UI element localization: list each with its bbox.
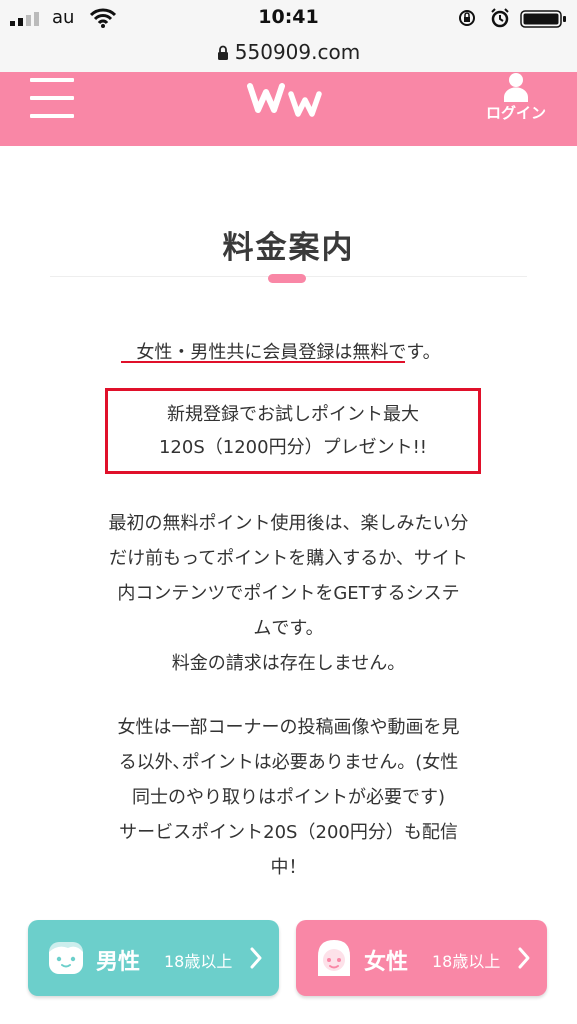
text-line: 最初の無料ポイント使用後は、楽しみたい分	[108, 513, 469, 534]
female-label: 女性	[364, 950, 409, 975]
status-bar: au 10:41	[0, 0, 577, 38]
male-age-note: 18歳以上	[164, 952, 233, 971]
male-face-icon	[49, 942, 83, 974]
female-face-icon	[318, 940, 350, 976]
text-line: る以外､ポイントは必要ありません。(女性	[118, 752, 459, 773]
text-line: 女性は一部コーナーの投稿画像や動画を見	[117, 717, 460, 738]
promo-line: 新規登録でお試しポイント最大	[167, 404, 419, 425]
page-title: 料金案内	[222, 230, 355, 266]
menu-icon[interactable]	[30, 78, 74, 118]
text-line: だけ前もってポイントを購入するか、サイト	[109, 548, 468, 569]
text-line: 同士のやり取りはポイントが必要です)	[131, 787, 446, 808]
chevron-right-icon	[250, 947, 262, 969]
site-header: ログイン	[0, 72, 577, 146]
title-accent	[268, 274, 306, 283]
male-label: 男性	[96, 950, 141, 975]
url-text: 550909.com	[234, 40, 361, 64]
text-line: サービスポイント20S（200円分）も配信	[119, 822, 458, 843]
lock-icon	[217, 45, 228, 60]
pricing-description: 最初の無料ポイント使用後は、楽しみたい分 だけ前もってポイントを購入するか、サイ…	[80, 506, 497, 681]
battery-icon	[520, 10, 566, 28]
promo-box: 新規登録でお試しポイント最大 120S（1200円分）プレゼント!!	[105, 388, 481, 474]
text-line: ムです。	[253, 618, 324, 639]
text-line: 料金の請求は存在しません。	[171, 653, 406, 674]
alarm-icon	[491, 8, 509, 28]
chevron-right-icon	[518, 947, 530, 969]
promo-line: 120S（1200円分）プレゼント!!	[158, 437, 428, 458]
site-logo[interactable]	[247, 76, 331, 120]
user-icon	[504, 73, 528, 102]
text-line: 内コンテンツでポイントをGETするシステ	[117, 583, 460, 604]
login-button[interactable]: ログイン	[481, 72, 551, 132]
intro-underline	[121, 361, 405, 363]
female-register-button[interactable]: 女性 18歳以上	[296, 920, 547, 996]
address-bar[interactable]: 550909.com	[0, 38, 577, 72]
rotation-lock-icon	[459, 10, 475, 26]
login-label: ログイン	[485, 104, 546, 122]
text-line: 中！	[270, 857, 307, 878]
male-register-button[interactable]: 男性 18歳以上	[28, 920, 279, 996]
female-age-note: 18歳以上	[432, 952, 501, 971]
female-description: 女性は一部コーナーの投稿画像や動画を見 る以外､ポイントは必要ありません。(女性…	[80, 710, 497, 885]
